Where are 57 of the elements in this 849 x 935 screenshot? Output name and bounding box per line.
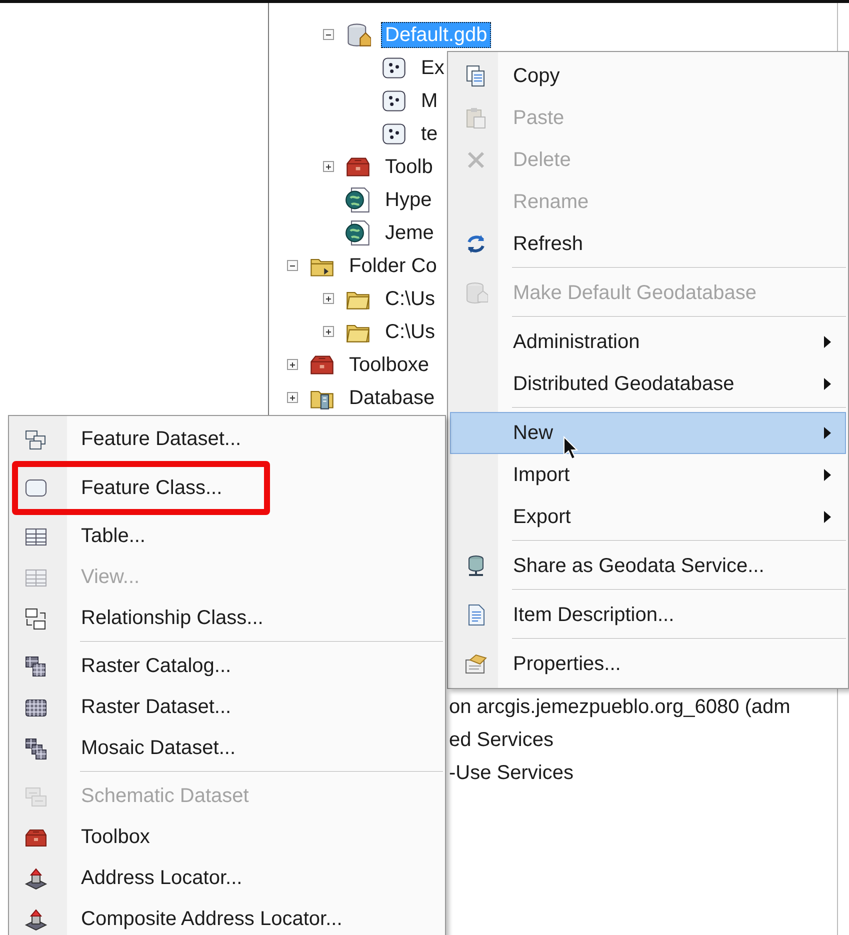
grid-stack-icon [24,654,48,678]
tree-item[interactable]: ed Services [445,726,558,752]
plus-icon[interactable] [323,161,334,172]
menu-item[interactable]: Properties... [450,643,846,685]
plus-icon[interactable] [287,359,298,370]
plus-icon[interactable] [323,326,334,337]
schematic-icon [24,784,48,808]
tree-item[interactable]: te [417,120,442,146]
tree-item[interactable]: on arcgis.jemezpueblo.org_6080 (adm [445,694,794,720]
menu-item[interactable]: Composite Address Locator... [11,899,443,935]
menu-item[interactable]: Raster Catalog... [11,646,443,687]
points-icon [381,120,407,146]
menu-item[interactable]: Feature Dataset... [11,419,443,460]
menu-item[interactable]: Table... [11,516,443,557]
locator-icon [24,908,48,932]
plus-icon[interactable] [287,392,298,403]
menu-item[interactable]: Raster Dataset... [11,687,443,728]
menu-item[interactable]: Address Locator... [11,858,443,899]
tree-item[interactable]: -Use Services [445,760,578,786]
menu-item[interactable]: Copy [450,55,846,97]
tree-item[interactable]: C:\Us [381,318,439,344]
linked-boxes-icon [24,606,48,630]
database-icon [345,22,371,48]
menu-item[interactable]: Item Description... [450,594,846,636]
card-icon [464,652,488,676]
tree-item[interactable]: Hype [381,186,436,212]
minus-icon[interactable] [287,260,298,271]
menu-item[interactable]: Relationship Class... [11,598,443,639]
globe-document-icon [345,220,371,246]
mosaic-icon [24,736,48,760]
menu-item[interactable]: Toolbox [11,817,443,858]
locator-icon [24,866,48,890]
menu-item[interactable]: New [450,412,846,454]
globe-document-icon [345,186,371,212]
tree-item[interactable]: Toolb [381,154,437,180]
tree-item[interactable]: C:\Us [381,286,439,312]
menu-item[interactable]: Refresh [450,223,846,265]
tree-item[interactable]: Ex [417,54,448,80]
points-icon [381,54,407,80]
menu-item[interactable]: Share as Geodata Service... [450,545,846,587]
minus-icon[interactable] [323,29,334,40]
menu-item[interactable]: Mosaic Dataset... [11,728,443,769]
menu-item[interactable]: Feature Class... [11,460,443,516]
menu-item[interactable]: Administration [450,321,846,363]
database-icon [464,281,488,305]
menu-item[interactable]: Import [450,454,846,496]
tree-item[interactable]: Jeme [381,220,438,246]
tree-item[interactable]: Database [345,384,439,410]
stacked-boxes-icon [24,428,48,452]
menu-item[interactable]: Distributed Geodatabase [450,363,846,405]
clipboard-icon [464,106,488,130]
plus-icon[interactable] [323,293,334,304]
tree-item[interactable]: M [417,88,442,114]
tree-item[interactable]: Folder Co [345,252,441,278]
points-icon [381,88,407,114]
tree-item[interactable]: Toolboxe [345,352,434,378]
menu-item[interactable]: Export [450,496,846,538]
